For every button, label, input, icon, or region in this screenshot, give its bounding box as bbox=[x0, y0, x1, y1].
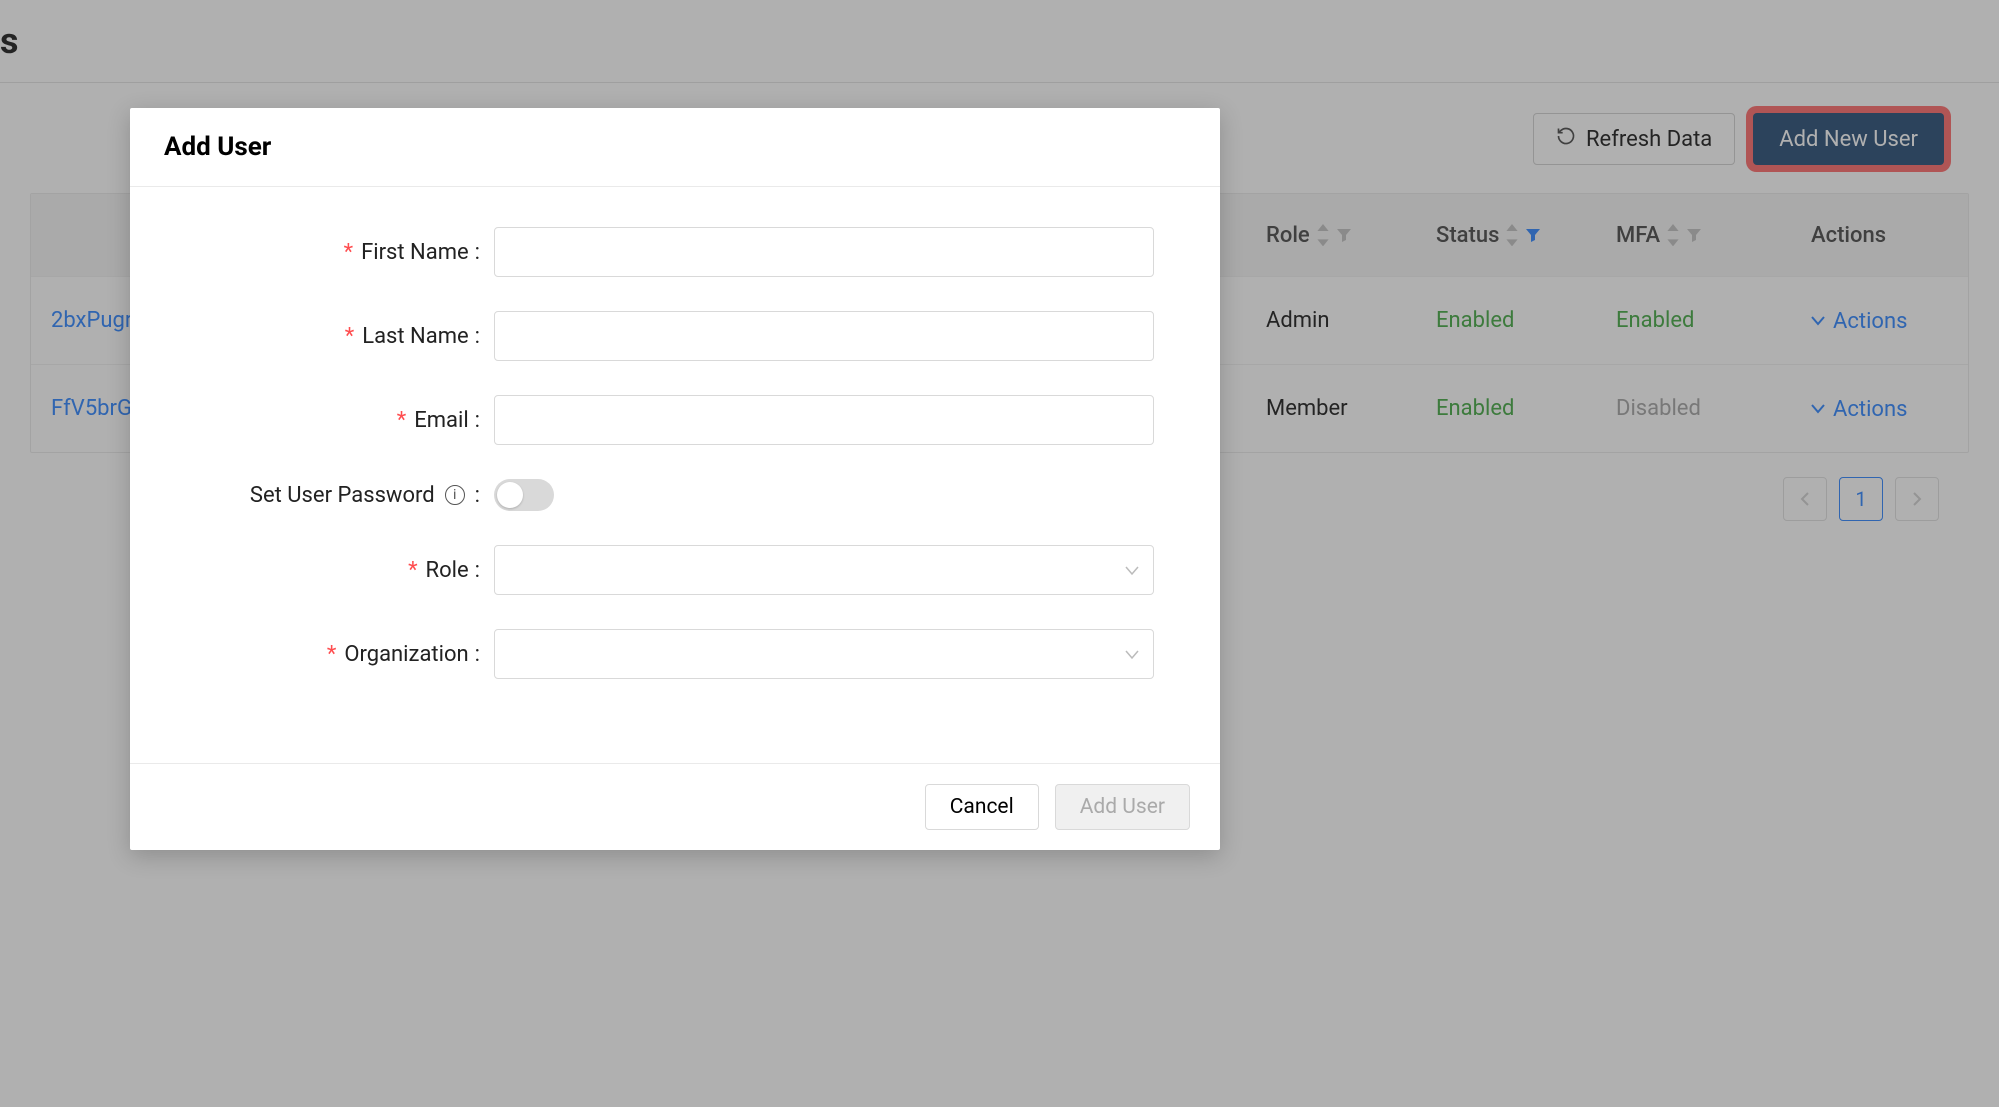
add-user-modal: Add User * First Name : * Last Name : bbox=[130, 108, 1220, 850]
label-colon: : bbox=[475, 642, 480, 667]
label-colon: : bbox=[475, 558, 480, 583]
role-label-text: Role bbox=[426, 558, 469, 583]
cancel-label: Cancel bbox=[950, 795, 1014, 819]
set-password-label-text: Set User Password bbox=[250, 483, 435, 508]
last-name-input[interactable] bbox=[494, 311, 1154, 361]
label-colon: : bbox=[475, 483, 480, 508]
modal-footer: Cancel Add User bbox=[130, 763, 1220, 850]
email-label: * Email : bbox=[174, 408, 494, 433]
form-row-last-name: * Last Name : bbox=[174, 311, 1176, 361]
set-password-toggle[interactable] bbox=[494, 479, 554, 511]
first-name-label-text: First Name bbox=[361, 240, 469, 265]
add-user-submit-button[interactable]: Add User bbox=[1055, 784, 1190, 830]
label-colon: : bbox=[475, 408, 480, 433]
set-password-toggle-wrap bbox=[494, 479, 1154, 511]
required-star: * bbox=[397, 408, 406, 433]
required-star: * bbox=[327, 642, 336, 667]
cancel-button[interactable]: Cancel bbox=[925, 784, 1039, 830]
required-star: * bbox=[408, 558, 417, 583]
form-row-role: * Role : bbox=[174, 545, 1176, 595]
modal-body: * First Name : * Last Name : * Email bbox=[130, 187, 1220, 763]
chevron-down-icon bbox=[1125, 561, 1139, 580]
organization-label-text: Organization bbox=[344, 642, 468, 667]
first-name-label: * First Name : bbox=[174, 240, 494, 265]
label-colon: : bbox=[475, 240, 480, 265]
form-row-email: * Email : bbox=[174, 395, 1176, 445]
submit-label: Add User bbox=[1080, 795, 1165, 819]
required-star: * bbox=[345, 324, 354, 349]
modal-overlay[interactable]: Add User * First Name : * Last Name : bbox=[0, 0, 1999, 1107]
form-row-first-name: * First Name : bbox=[174, 227, 1176, 277]
email-label-text: Email bbox=[414, 408, 468, 433]
set-password-label: Set User Password i : bbox=[174, 483, 494, 508]
email-input[interactable] bbox=[494, 395, 1154, 445]
role-label: * Role : bbox=[174, 558, 494, 583]
modal-title: Add User bbox=[130, 108, 1220, 187]
chevron-down-icon bbox=[1125, 645, 1139, 664]
label-colon: : bbox=[475, 324, 480, 349]
required-star: * bbox=[344, 240, 353, 265]
form-row-organization: * Organization : bbox=[174, 629, 1176, 679]
role-select[interactable] bbox=[494, 545, 1154, 595]
toggle-knob bbox=[497, 482, 523, 508]
organization-label: * Organization : bbox=[174, 642, 494, 667]
form-row-set-password: Set User Password i : bbox=[174, 479, 1176, 511]
last-name-label: * Last Name : bbox=[174, 324, 494, 349]
info-icon[interactable]: i bbox=[445, 485, 465, 505]
first-name-input[interactable] bbox=[494, 227, 1154, 277]
last-name-label-text: Last Name bbox=[362, 324, 468, 349]
organization-select[interactable] bbox=[494, 629, 1154, 679]
